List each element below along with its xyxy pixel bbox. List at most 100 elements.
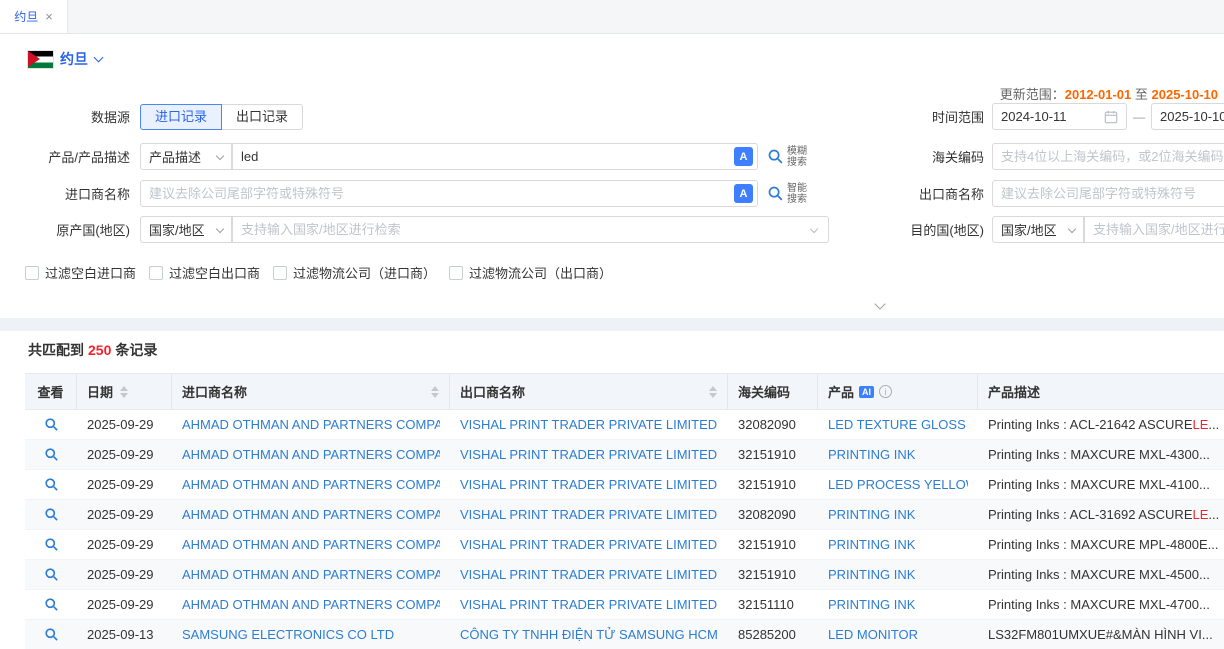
export-records-option[interactable]: 出口记录 [222, 104, 303, 130]
row-product-link[interactable]: PRINTING INK [828, 567, 915, 582]
row-importer-link[interactable]: AHMAD OTHMAN AND PARTNERS COMPA... [182, 537, 440, 552]
view-row-button[interactable] [44, 447, 59, 462]
origin-country-select[interactable]: 国家/地区 [140, 216, 232, 243]
checkbox-icon[interactable] [149, 266, 163, 280]
origin-country-input[interactable] [232, 216, 829, 243]
view-row-button[interactable] [44, 627, 59, 642]
origin-country-select-value: 国家/地区 [149, 220, 205, 239]
filter-blank-exporter[interactable]: 过滤空白出口商 [149, 263, 260, 282]
row-importer-link[interactable]: AHMAD OTHMAN AND PARTNERS COMPA... [182, 597, 440, 612]
destination-country-select-value: 国家/地区 [1001, 220, 1057, 239]
col-header-exporter[interactable]: 出口商名称 [450, 374, 728, 409]
row-importer-link[interactable]: AHMAD OTHMAN AND PARTNERS COMPA... [182, 507, 440, 522]
view-cell [25, 590, 77, 619]
checkbox-icon[interactable] [25, 266, 39, 280]
row-exporter-link[interactable]: VISHAL PRINT TRADER PRIVATE LIMITED [460, 507, 717, 522]
datasource-label: 数据源 [0, 107, 140, 126]
row-description: LS32FM801UMXUE#&MÀN HÌNH VI... [978, 620, 1224, 649]
col-header-hs-code: 海关编码 [728, 374, 818, 409]
view-cell [25, 560, 77, 589]
row-hs-code: 85285200 [728, 620, 818, 649]
start-date-input[interactable]: 2024-10-11 [992, 103, 1127, 130]
row-product-link[interactable]: PRINTING INK [828, 537, 915, 552]
smart-search-button[interactable]: 智能搜索 [767, 183, 807, 205]
view-cell [25, 500, 77, 529]
view-row-button[interactable] [44, 567, 59, 582]
row-importer-link[interactable]: AHMAD OTHMAN AND PARTNERS COMPA... [182, 417, 440, 432]
filter-logistics-exporter[interactable]: 过滤物流公司（出口商） [449, 263, 612, 282]
translate-icon[interactable]: A [734, 184, 753, 203]
end-date-input[interactable]: 2025-10-10 [1151, 103, 1224, 130]
row-date: 2025-09-13 [77, 620, 172, 649]
table-row: 2025-09-29 AHMAD OTHMAN AND PARTNERS COM… [25, 440, 1224, 470]
col-header-date[interactable]: 日期 [77, 374, 172, 409]
filter-logistics-importer[interactable]: 过滤物流公司（进口商） [273, 263, 436, 282]
destination-country-label: 目的国(地区) [880, 220, 992, 239]
hs-code-input[interactable] [992, 143, 1224, 170]
translate-icon[interactable]: A [734, 147, 753, 166]
product-field-select[interactable]: 产品描述 [140, 143, 232, 170]
view-cell [25, 530, 77, 559]
view-cell [25, 620, 77, 649]
view-row-button[interactable] [44, 597, 59, 612]
table-row: 2025-09-29 AHMAD OTHMAN AND PARTNERS COM… [25, 410, 1224, 440]
row-product-link[interactable]: LED TEXTURE GLOSS ... [828, 417, 968, 432]
results-body: 2025-09-29 AHMAD OTHMAN AND PARTNERS COM… [25, 410, 1224, 649]
country-selector[interactable]: 约旦 [28, 49, 102, 69]
collapse-panel-button[interactable] [852, 298, 908, 314]
chevron-down-icon [216, 151, 224, 159]
exporter-name-input[interactable] [992, 180, 1224, 207]
row-exporter-link[interactable]: VISHAL PRINT TRADER PRIVATE LIMITED [460, 477, 717, 492]
tab-jordan[interactable]: 约旦 × [0, 0, 68, 33]
update-range-label: 更新范围： [1000, 87, 1065, 102]
update-range-end: 2025-10-10 [1152, 87, 1219, 102]
row-product-link[interactable]: LED MONITOR [828, 627, 918, 642]
view-row-button[interactable] [44, 537, 59, 552]
row-exporter-link[interactable]: VISHAL PRINT TRADER PRIVATE LIMITED [460, 447, 717, 462]
row-importer-link[interactable]: SAMSUNG ELECTRONICS CO LTD [182, 627, 394, 642]
row-exporter-link[interactable]: VISHAL PRINT TRADER PRIVATE LIMITED [460, 567, 717, 582]
exporter-label: 出口商名称 [880, 184, 992, 203]
destination-country-input[interactable] [1084, 216, 1224, 243]
fuzzy-search-label: 模糊搜索 [787, 146, 807, 168]
update-range-to: 至 [1135, 87, 1148, 102]
sort-icon[interactable] [431, 386, 439, 398]
view-row-button[interactable] [44, 507, 59, 522]
fuzzy-search-button[interactable]: 模糊搜索 [767, 146, 807, 168]
magnifier-icon [44, 597, 59, 612]
row-exporter-link[interactable]: CÔNG TY TNHH ĐIỆN TỬ SAMSUNG HCMC... [460, 627, 718, 642]
product-field-select-value: 产品描述 [149, 147, 201, 166]
jordan-flag-icon [28, 51, 53, 68]
row-product-link[interactable]: LED PROCESS YELLOW... [828, 477, 968, 492]
table-row: 2025-09-29 AHMAD OTHMAN AND PARTNERS COM… [25, 530, 1224, 560]
sort-icon[interactable] [709, 386, 717, 398]
row-exporter-link[interactable]: VISHAL PRINT TRADER PRIVATE LIMITED [460, 417, 717, 432]
tab-label: 约旦 [14, 8, 38, 25]
col-header-importer[interactable]: 进口商名称 [172, 374, 450, 409]
view-row-button[interactable] [44, 477, 59, 492]
results-table: 查看 日期 进口商名称 出口商名称 海关编码 产品 AI i [25, 373, 1224, 649]
chevron-down-icon [94, 52, 104, 62]
row-date: 2025-09-29 [77, 410, 172, 439]
row-importer-link[interactable]: AHMAD OTHMAN AND PARTNERS COMPA... [182, 567, 440, 582]
info-icon[interactable]: i [879, 385, 892, 398]
row-exporter-link[interactable]: VISHAL PRINT TRADER PRIVATE LIMITED [460, 537, 717, 552]
sort-icon[interactable] [120, 386, 128, 398]
close-icon[interactable]: × [45, 10, 53, 23]
import-records-option[interactable]: 进口记录 [140, 104, 222, 130]
row-importer-link[interactable]: AHMAD OTHMAN AND PARTNERS COMPA... [182, 477, 440, 492]
product-search-input[interactable] [232, 143, 758, 170]
row-importer-link[interactable]: AHMAD OTHMAN AND PARTNERS COMPA... [182, 447, 440, 462]
destination-country-select[interactable]: 国家/地区 [992, 216, 1084, 243]
filter-blank-importer[interactable]: 过滤空白进口商 [25, 263, 136, 282]
checkbox-icon[interactable] [273, 266, 287, 280]
checkbox-icon[interactable] [449, 266, 463, 280]
row-product-link[interactable]: PRINTING INK [828, 447, 915, 462]
datasource-row: 数据源 进口记录 出口记录 [0, 103, 303, 130]
row-product-link[interactable]: PRINTING INK [828, 507, 915, 522]
hs-code-label: 海关编码 [880, 147, 992, 166]
importer-name-input[interactable] [140, 180, 758, 207]
row-exporter-link[interactable]: VISHAL PRINT TRADER PRIVATE LIMITED [460, 597, 717, 612]
view-row-button[interactable] [44, 417, 59, 432]
row-product-link[interactable]: PRINTING INK [828, 597, 915, 612]
